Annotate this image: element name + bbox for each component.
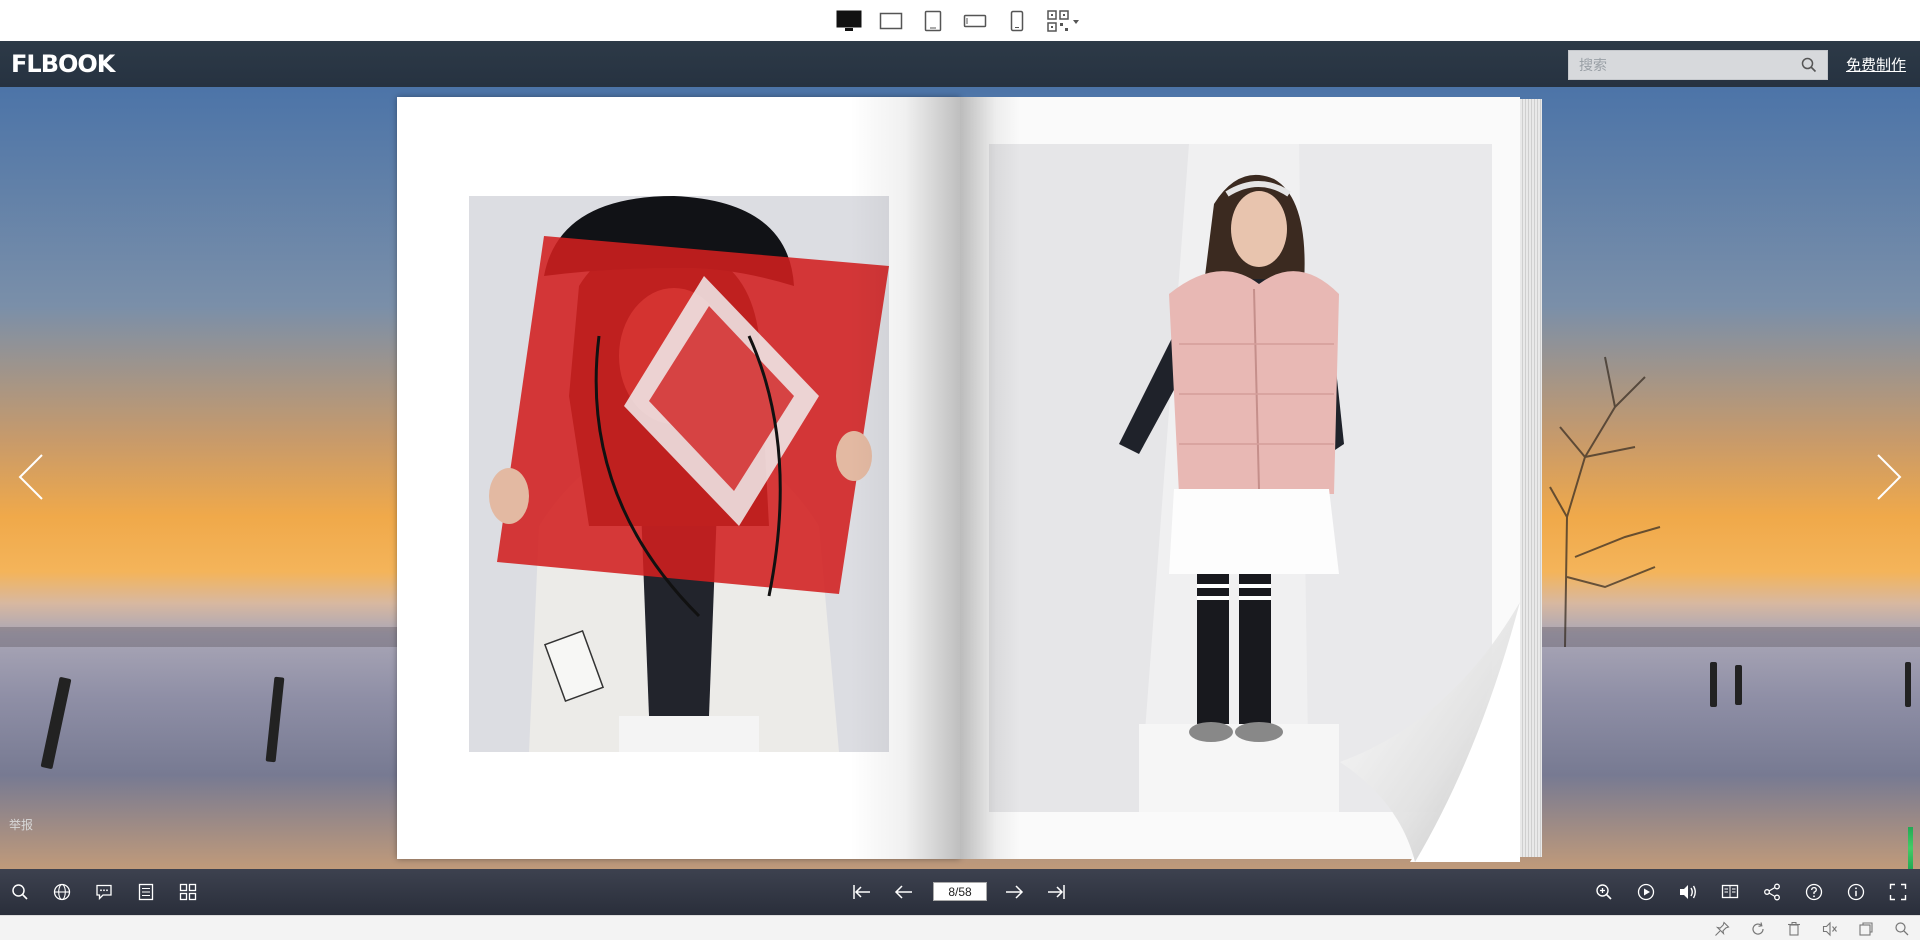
book-page-left[interactable] <box>397 97 960 859</box>
search-icon <box>12 884 28 900</box>
grid-icon <box>179 883 197 901</box>
comments-button[interactable] <box>92 880 116 904</box>
fullscreen-icon <box>1889 883 1907 901</box>
share-icon <box>1764 883 1780 901</box>
document-list-icon <box>138 883 154 901</box>
first-page-icon <box>853 885 870 899</box>
search-icon[interactable] <box>1801 57 1817 73</box>
previous-page-arrow-icon[interactable] <box>16 452 46 502</box>
search-button[interactable] <box>8 880 32 904</box>
search-box <box>1568 50 1828 80</box>
zoom-in-button[interactable] <box>1592 880 1616 904</box>
table-of-contents-button[interactable] <box>134 880 158 904</box>
page-curl-corner[interactable] <box>1340 602 1520 862</box>
language-button[interactable] <box>50 880 74 904</box>
info-button[interactable] <box>1844 880 1868 904</box>
bottom-toolbar <box>0 869 1920 915</box>
photo-girl-red-acrylic <box>469 196 889 752</box>
photo-left-illustration <box>469 196 889 752</box>
background-tree <box>1549 356 1661 647</box>
sound-button[interactable] <box>1676 880 1700 904</box>
background-post <box>1905 662 1911 707</box>
desktop-icon <box>836 10 862 31</box>
share-button[interactable] <box>1760 880 1784 904</box>
last-page-button[interactable] <box>1044 880 1068 904</box>
autoplay-button[interactable] <box>1634 880 1658 904</box>
landscape-tablet-icon <box>879 12 903 29</box>
help-icon <box>1805 883 1823 901</box>
free-make-link[interactable]: 免费制作 <box>1846 54 1906 75</box>
book-layout-icon <box>1721 884 1739 899</box>
play-icon <box>1637 883 1655 901</box>
arrow-left-icon <box>894 885 912 899</box>
landscape-phone-view-button[interactable] <box>961 7 989 35</box>
thumbnails-button[interactable] <box>176 880 200 904</box>
next-page-arrow-icon[interactable] <box>1874 452 1904 502</box>
book-page-edges <box>1520 99 1542 857</box>
landscape-tablet-view-button[interactable] <box>877 7 905 35</box>
refresh-icon[interactable] <box>1750 921 1766 937</box>
fullscreen-button[interactable] <box>1886 880 1910 904</box>
desktop-view-button[interactable] <box>835 7 863 35</box>
app-header: FLBOOK 免费制作 <box>0 41 1920 87</box>
qrcode-icon <box>1047 9 1079 32</box>
book-page-right[interactable] <box>960 97 1520 862</box>
single-double-page-button[interactable] <box>1718 880 1742 904</box>
page-number-input[interactable] <box>933 882 987 901</box>
info-icon <box>1847 883 1865 901</box>
report-link[interactable]: 举报 <box>9 816 33 833</box>
window-icon[interactable] <box>1858 921 1874 937</box>
phone-icon <box>1010 10 1024 31</box>
phone-view-button[interactable] <box>1003 7 1031 35</box>
background-post <box>40 676 72 770</box>
zoom-in-icon <box>1596 884 1612 900</box>
speaker-icon <box>1680 885 1696 899</box>
help-button[interactable] <box>1802 880 1826 904</box>
qrcode-view-button[interactable] <box>1045 7 1085 35</box>
background-post <box>1735 665 1742 705</box>
flbook-logo[interactable]: FLBOOK <box>11 50 115 78</box>
previous-page-button[interactable] <box>892 880 916 904</box>
landscape-phone-icon <box>963 14 987 27</box>
audio-level-indicator <box>1908 827 1913 869</box>
trash-icon[interactable] <box>1786 921 1802 937</box>
zoom-icon[interactable] <box>1894 921 1910 937</box>
browser-status-bar <box>0 915 1920 940</box>
arrow-right-icon <box>1006 885 1024 899</box>
mute-icon[interactable] <box>1822 921 1838 937</box>
pin-icon[interactable] <box>1714 921 1730 937</box>
next-page-button[interactable] <box>1002 880 1026 904</box>
last-page-icon <box>1048 885 1065 899</box>
first-page-button[interactable] <box>850 880 874 904</box>
search-input[interactable] <box>1569 51 1789 79</box>
comment-icon <box>96 884 112 901</box>
flip-book[interactable] <box>397 97 1545 862</box>
tablet-icon <box>924 10 942 31</box>
tablet-view-button[interactable] <box>919 7 947 35</box>
book-stage: 举报 <box>0 87 1920 869</box>
device-toolbar <box>0 0 1920 41</box>
background-post <box>1710 662 1717 707</box>
background-post <box>265 676 285 763</box>
globe-icon <box>53 883 71 901</box>
